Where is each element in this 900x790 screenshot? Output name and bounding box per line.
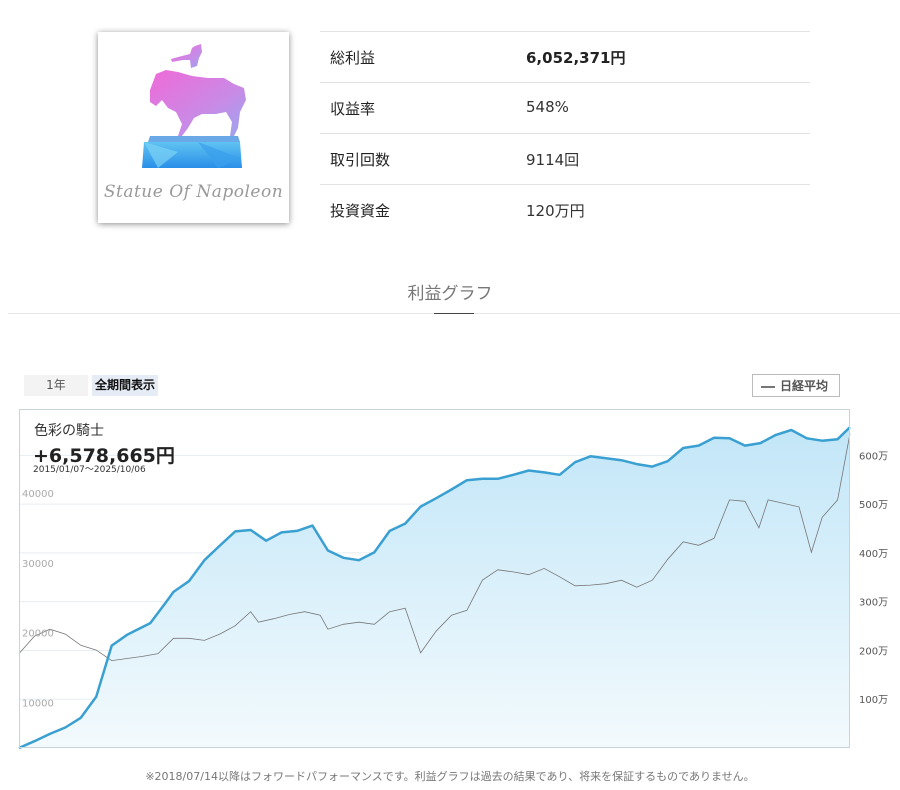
left-tick-label: 10000	[22, 699, 54, 710]
legend-nikkei-toggle[interactable]: 日経平均	[752, 374, 840, 397]
stats-table: 総利益 6,052,371円 収益率 548% 取引回数 9114回 投資資金 …	[320, 31, 810, 235]
section-underline	[434, 313, 474, 314]
stat-label: 総利益	[330, 49, 376, 67]
stat-row-return-rate: 収益率 548%	[320, 82, 810, 133]
right-tick-label: 400万	[859, 549, 888, 560]
left-tick-label: 40000	[22, 489, 54, 500]
section-title: 利益グラフ	[407, 284, 493, 304]
period-all-button[interactable]: 全期間表示	[92, 375, 158, 396]
stat-label: 取引回数	[330, 151, 391, 169]
profit-area	[19, 427, 850, 748]
period-1y-button[interactable]: 1年	[24, 375, 88, 396]
right-tick-label: 300万	[859, 598, 888, 609]
logo-text: Statue Of Napoleon	[103, 182, 284, 202]
stat-label: 収益率	[330, 100, 376, 118]
stat-value: 9114回	[526, 151, 580, 169]
left-tick-label: 30000	[22, 559, 54, 570]
date-range: 2015/01/07〜2025/10/06	[33, 465, 146, 475]
stat-row-total-profit: 総利益 6,052,371円	[320, 31, 810, 82]
stat-value: 120万円	[526, 202, 585, 220]
stat-row-trade-count: 取引回数 9114回	[320, 133, 810, 184]
stat-label: 投資資金	[330, 202, 391, 220]
strategy-logo: Statue Of Napoleon	[98, 32, 289, 223]
right-tick-label: 500万	[859, 500, 888, 511]
strategy-name: 色彩の騎士	[34, 423, 104, 439]
footnote: ※2018/07/14以降はフォワードパフォーマンスです。利益グラフは過去の結果…	[145, 770, 755, 783]
right-tick-label: 200万	[859, 646, 888, 657]
stat-value: 6,052,371円	[526, 49, 626, 67]
stat-row-investment: 投資資金 120万円	[320, 184, 810, 235]
left-axis-ticks: 10000 20000 30000 40000	[22, 489, 54, 710]
right-tick-label: 100万	[859, 695, 888, 706]
stat-value: 548%	[526, 98, 569, 116]
left-tick-label: 20000	[22, 629, 54, 640]
right-axis-ticks: 100万 200万 300万 400万 500万 600万	[859, 451, 888, 706]
legend-nikkei-label: 日経平均	[780, 379, 829, 393]
legend-line-icon	[761, 385, 775, 388]
right-tick-label: 600万	[859, 451, 888, 462]
